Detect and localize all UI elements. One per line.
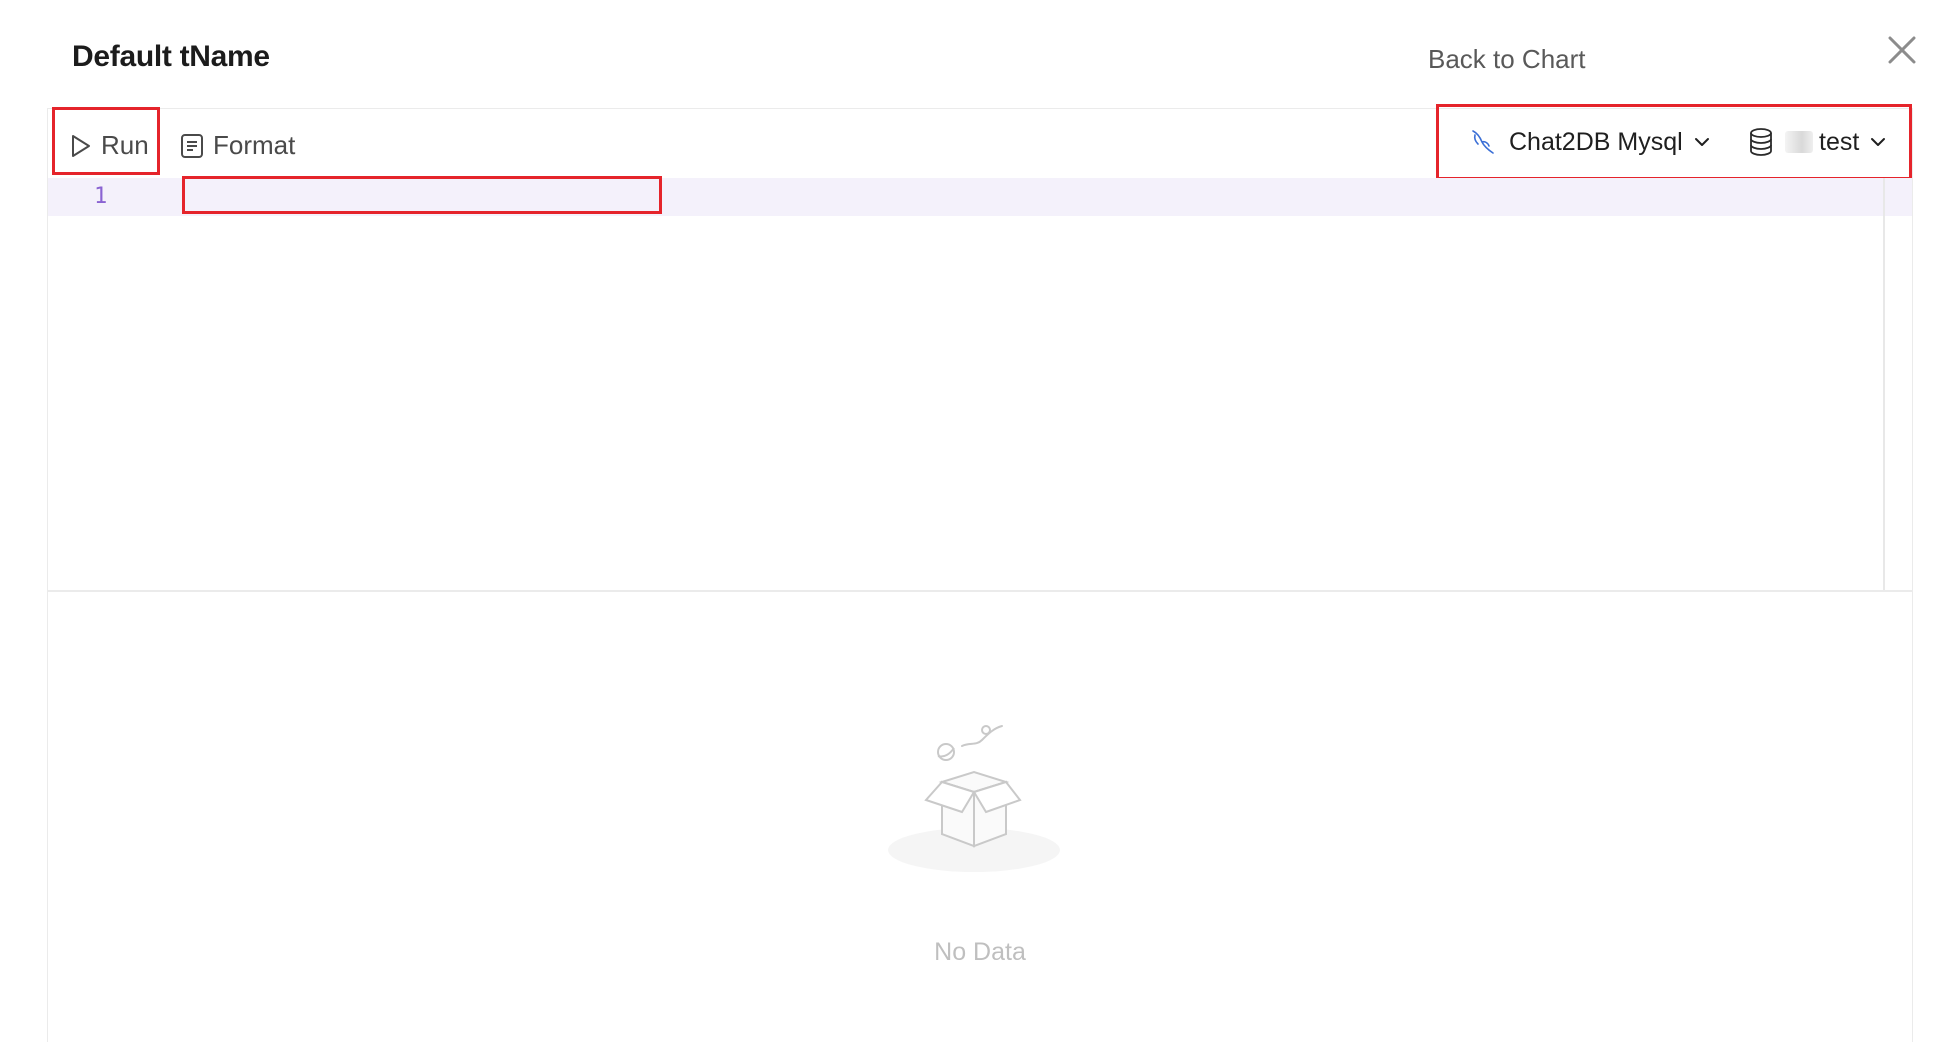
run-label: Run xyxy=(101,130,149,160)
sql-input-line[interactable] xyxy=(182,176,662,214)
close-icon xyxy=(1888,36,1916,64)
connection-label: Chat2DB Mysql xyxy=(1509,127,1683,156)
sql-editor-modal: Default tName Back to Chart Run Format C… xyxy=(0,0,1960,1042)
back-to-chart-link[interactable]: Back to Chart xyxy=(1428,44,1586,75)
redacted-mask xyxy=(1785,131,1813,153)
empty-box-icon xyxy=(888,725,1060,872)
database-select[interactable]: test xyxy=(1747,127,1887,157)
chevron-down-icon xyxy=(1694,138,1709,146)
empty-state-text: No Data xyxy=(934,938,1026,966)
format-label: Format xyxy=(213,130,296,160)
code-editor[interactable]: 1 xyxy=(48,176,1912,590)
database-icon xyxy=(1750,128,1772,156)
run-button[interactable]: Run xyxy=(67,130,149,161)
line-number: 1 xyxy=(94,184,108,209)
data-source-selectors: Chat2DB Mysql test xyxy=(1436,104,1912,180)
modal-header: Default tName Back to Chart xyxy=(0,0,1960,110)
chevron-down-icon xyxy=(1871,138,1886,146)
page-title: Default tName xyxy=(72,40,270,73)
mysql-dolphin-icon xyxy=(1472,130,1494,154)
results-panel: No Data xyxy=(48,592,1912,1042)
format-button[interactable]: Format xyxy=(179,130,295,161)
editor-scrollbar[interactable] xyxy=(1883,178,1885,590)
format-document-icon xyxy=(181,133,203,158)
connection-select[interactable]: Chat2DB Mysql xyxy=(1469,127,1711,157)
play-icon xyxy=(72,134,90,157)
close-button[interactable] xyxy=(1882,30,1922,70)
database-label: test xyxy=(1819,127,1860,156)
